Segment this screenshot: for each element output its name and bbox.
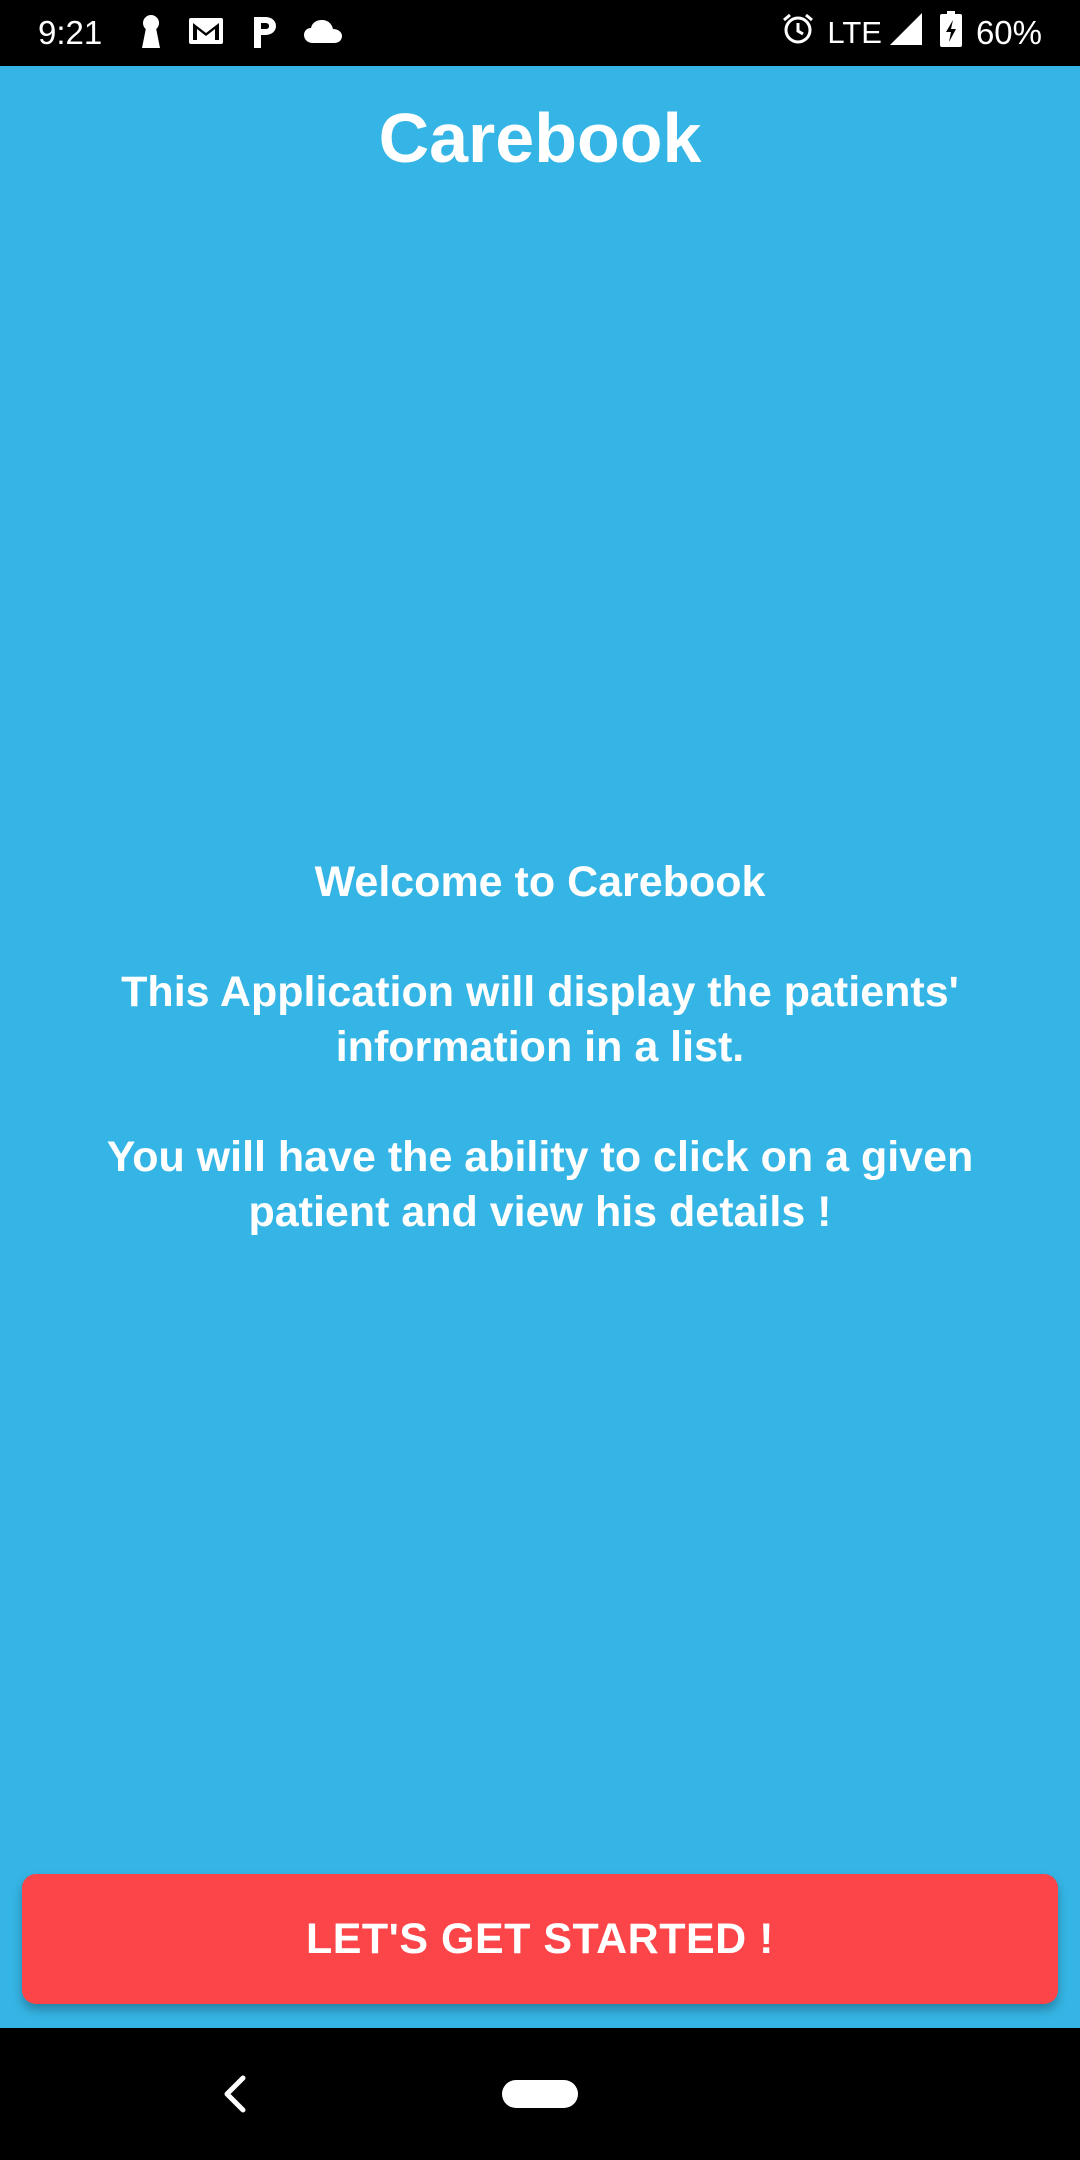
welcome-heading: Welcome to Carebook <box>314 858 766 906</box>
status-bar: 9:21 LTE 60% <box>0 0 1080 66</box>
get-started-button[interactable]: LET'S GET STARTED ! <box>22 1874 1058 2004</box>
home-pill-icon[interactable] <box>502 2080 578 2108</box>
welcome-instructions: You will have the ability to click on a … <box>106 1133 974 1236</box>
welcome-message: Welcome to Carebook This Application wil… <box>60 855 1020 1240</box>
notification-icons <box>140 14 342 52</box>
app-title: Carebook <box>378 99 702 177</box>
battery-percent: 60% <box>975 14 1042 51</box>
navigation-bar <box>0 2028 1080 2160</box>
network-type: LTE <box>827 15 882 50</box>
welcome-description: This Application will display the patien… <box>121 968 959 1071</box>
alarm-icon <box>781 12 815 54</box>
status-time: 9:21 <box>38 14 103 51</box>
back-icon[interactable] <box>219 2072 251 2116</box>
keyhole-icon <box>140 14 162 53</box>
p-icon <box>250 14 278 53</box>
system-status: LTE 60% <box>781 11 1042 55</box>
cloud-icon <box>304 19 342 48</box>
gmail-icon <box>188 17 224 50</box>
signal-icon <box>889 13 922 53</box>
battery-charging-icon <box>939 11 962 55</box>
